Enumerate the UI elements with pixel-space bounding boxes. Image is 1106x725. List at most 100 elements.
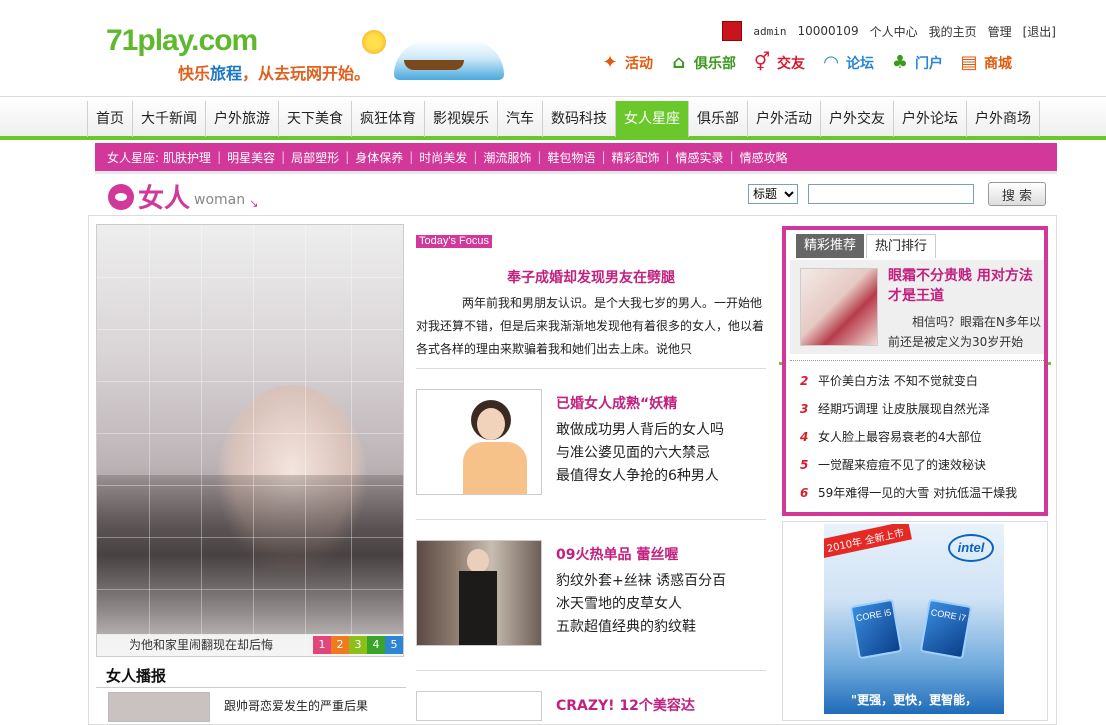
story-link[interactable]: 豹纹外套+丝袜 诱惑百分百 [556, 570, 726, 590]
nav-women[interactable]: 女人星座 [616, 101, 689, 137]
photo-grid-line [97, 485, 403, 486]
rank-text[interactable]: 平价美白方法 不知不觉就变白 [818, 370, 978, 398]
pager-button-1[interactable]: 1 [313, 636, 331, 654]
thumb-face-shape [467, 549, 489, 573]
arrow-icon: ↘ [249, 197, 259, 210]
nav-outdoor-dating[interactable]: 户外交友 [821, 101, 894, 137]
subnav-item-emotion-records[interactable]: 情感实录 [676, 149, 724, 166]
channel-club[interactable]: ⌂ 俱乐部 [667, 50, 736, 76]
nav-club[interactable]: 俱乐部 [689, 101, 748, 137]
list-item[interactable]: 4 女人脸上最容易衰老的4大部位 [800, 426, 1044, 454]
story-thumbnail[interactable] [416, 691, 542, 721]
story-title[interactable]: 已婚女人成熟“妖精 [556, 393, 677, 413]
divider [790, 360, 1044, 361]
thumb-face-shape [477, 408, 505, 440]
list-item[interactable]: 6 59年难得一见的大雪 对抗低温干燥我 [800, 482, 1044, 510]
subnav-item-star-beauty[interactable]: 明星美容 [227, 149, 275, 166]
search-input[interactable] [808, 184, 974, 204]
search-button[interactable]: 搜 索 [988, 182, 1046, 206]
story-link[interactable]: 最值得女人争抢的6种男人 [556, 465, 719, 485]
broadcast-item[interactable]: 跟帅哥恋爱发生的严重后果 [224, 697, 368, 714]
tab-recommended[interactable]: 精彩推荐 [796, 234, 865, 258]
rank-text[interactable]: 一觉醒来痘痘不见了的速效秘诀 [818, 454, 986, 482]
pager-button-3[interactable]: 3 [349, 636, 367, 654]
rank-text[interactable]: 女人脸上最容易衰老的4大部位 [818, 426, 982, 454]
story-link[interactable]: 与准公婆见面的六大禁忌 [556, 442, 710, 462]
story-thumbnail[interactable] [416, 540, 542, 646]
channel-portal[interactable]: ♣ 门户 [888, 50, 943, 76]
rank-number: 6 [800, 486, 809, 500]
pager-button-4[interactable]: 4 [367, 636, 385, 654]
story-title[interactable]: 09火热单品 蕾丝喔 [556, 544, 678, 564]
feature-photo[interactable]: 为他和家里闹翻现在却后悔 1 2 3 4 5 [96, 224, 404, 657]
activity-icon: ✦ [602, 52, 618, 73]
admin-link[interactable]: 管理 [988, 23, 1012, 40]
channel-forum[interactable]: ◠ 论坛 [819, 50, 874, 76]
story-thumbnail[interactable] [416, 389, 542, 495]
nav-outdoor-mall[interactable]: 户外商场 [967, 101, 1040, 137]
nav-sports[interactable]: 疯狂体育 [352, 101, 425, 137]
photo-grid-line [97, 589, 403, 590]
nav-cars[interactable]: 汽车 [498, 101, 543, 137]
nav-digital[interactable]: 数码科技 [543, 101, 616, 137]
rank-number: 2 [800, 374, 809, 388]
hot-feature-title[interactable]: 眼霜不分贵贱 用对方法才是王道 [888, 266, 1042, 306]
photo-grid-line [97, 329, 403, 330]
subnav-item-emotion-tips[interactable]: 情感攻略 [740, 149, 788, 166]
nav-outdoor-forum[interactable]: 户外论坛 [894, 101, 967, 137]
username-link[interactable]: admin [753, 25, 786, 38]
subnav-item-body-care[interactable]: 身体保养 [355, 149, 403, 166]
story-card: 09火热单品 蕾丝喔 豹纹外套+丝袜 诱惑百分百 冰天雪地的皮草女人 五款超值经… [416, 540, 768, 646]
story-link[interactable]: 冰天雪地的皮草女人 [556, 593, 682, 613]
photo-grid-line [253, 225, 254, 656]
rank-text[interactable]: 经期巧调理 让皮肤展现自然光泽 [818, 398, 990, 426]
subnav-item-shoes-bags[interactable]: 鞋包物语 [547, 149, 595, 166]
user-center-link[interactable]: 个人中心 [870, 23, 918, 40]
subnav-item-accessories[interactable]: 精彩配饰 [611, 149, 659, 166]
intel-ad-banner[interactable]: 2010年 全新上市 intel CORE i5 CORE i7 "更强，更快，… [824, 524, 1004, 714]
lips-icon [108, 183, 134, 210]
decoration-dot [779, 362, 782, 365]
subnav-separator: | [537, 150, 542, 164]
story-title[interactable]: CRAZY! 12个美容达 [556, 695, 695, 715]
nav-outdoor-travel[interactable]: 户外旅游 [206, 101, 279, 137]
pager-button-5[interactable]: 5 [385, 636, 403, 654]
focus-headline[interactable]: 奉子成婚却发现男友在劈腿 [416, 267, 766, 287]
story-link[interactable]: 五款超值经典的豹纹鞋 [556, 616, 696, 636]
focus-body: 两年前我和男朋友认识。是个大我七岁的男人。一开始他对我还算不错，但是后来我渐渐地… [416, 296, 765, 356]
list-item[interactable]: 5 一觉醒来痘痘不见了的速效秘诀 [800, 454, 1044, 482]
story-link[interactable]: 敢做成功男人背后的女人吗 [556, 419, 724, 439]
subnav-item-skincare[interactable]: 肌肤护理 [163, 149, 211, 166]
search-field-select[interactable]: 标题 [748, 184, 798, 204]
broadcast-thumbnail[interactable] [108, 692, 210, 722]
subnav-item-hair[interactable]: 时尚美发 [419, 149, 467, 166]
pager-button-2[interactable]: 2 [331, 636, 349, 654]
divider [416, 519, 766, 520]
decoration-dot [1048, 362, 1051, 365]
hot-feature-thumbnail[interactable] [800, 268, 878, 346]
channel-activity[interactable]: ✦ 活动 [598, 50, 653, 76]
site-header: 71play.com 快乐旅程，从去玩网开始。 admin 10000109 个… [0, 0, 1106, 96]
list-item[interactable]: 2 平价美白方法 不知不觉就变白 [800, 370, 1044, 398]
thumb-body-shape [463, 442, 527, 494]
nav-outdoor-activity[interactable]: 户外活动 [748, 101, 821, 137]
list-item[interactable]: 3 经期巧调理 让皮肤展现自然光泽 [800, 398, 1044, 426]
channel-dating[interactable]: ⚥ 交友 [750, 50, 805, 76]
nav-food[interactable]: 天下美食 [279, 101, 352, 137]
subnav-item-shaping[interactable]: 局部塑形 [291, 149, 339, 166]
user-avatar[interactable] [722, 21, 743, 41]
tab-hot-ranking[interactable]: 热门排行 [866, 234, 937, 258]
nav-home[interactable]: 首页 [87, 101, 133, 137]
my-homepage-link[interactable]: 我的主页 [929, 23, 977, 40]
nav-news[interactable]: 大千新闻 [133, 101, 206, 137]
rank-text[interactable]: 59年难得一见的大雪 对抗低温干燥我 [818, 482, 1017, 510]
user-id: 10000109 [797, 24, 859, 38]
photo-grid-line [97, 537, 403, 538]
nav-entertainment[interactable]: 影视娱乐 [425, 101, 498, 137]
rank-number: 3 [800, 402, 809, 416]
hot-tabs: 精彩推荐 热门排行 [796, 234, 938, 258]
channel-mall[interactable]: ▤ 商城 [957, 50, 1012, 76]
subnav-item-fashion[interactable]: 潮流服饰 [483, 149, 531, 166]
logout-link[interactable]: [退出] [1023, 23, 1056, 40]
site-logo[interactable]: 71play.com [106, 24, 258, 58]
